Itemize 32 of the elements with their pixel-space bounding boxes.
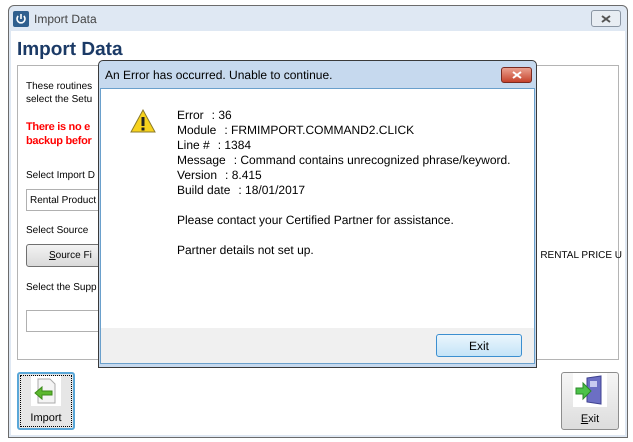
detail-value: : 18/01/2017 [238, 183, 306, 198]
close-icon [512, 70, 522, 78]
detail-label: Module [177, 123, 216, 138]
detail-label: Error [177, 108, 204, 123]
supplier-label: Select the Supp [26, 281, 97, 295]
dialog-message: Partner details not set up. [177, 243, 315, 258]
dialog-title: An Error has occurred. Unable to continue. [105, 66, 332, 84]
close-button[interactable] [501, 66, 532, 82]
intro-text: These routines select the Setu [26, 80, 92, 106]
detail-label: Version [177, 168, 218, 183]
page-heading: Import Data [17, 39, 123, 61]
close-icon [601, 14, 611, 22]
exit-button[interactable]: Exit [561, 372, 619, 430]
warning-icon [130, 109, 156, 133]
detail-value: : 36 [212, 108, 232, 123]
source-file-path: RENTAL PRICE U [540, 249, 622, 263]
source-label: Select Source [26, 224, 88, 238]
detail-value: : FRMIMPORT.COMMAND2.CLICK [224, 123, 414, 138]
detail-label: Message [177, 153, 226, 168]
detail-label: Line # [177, 138, 210, 153]
power-icon [13, 10, 29, 26]
warning-text: There is no e backup befor [26, 120, 92, 148]
import-button[interactable]: Import [17, 372, 75, 430]
dialog-exit-button[interactable]: Exit [436, 334, 522, 357]
window-title: Import Data [34, 10, 97, 28]
close-button[interactable] [591, 10, 621, 27]
detail-value: : 8.415 [225, 168, 262, 183]
detail-value: : Command contains unrecognized phrase/keyword. [234, 153, 511, 168]
dialog-message: Please contact your Certified Partner for assistance. [177, 213, 455, 228]
detail-label: Build date [177, 183, 230, 198]
import-type-label: Select Import D [26, 169, 95, 183]
detail-value: : 1384 [218, 138, 252, 153]
